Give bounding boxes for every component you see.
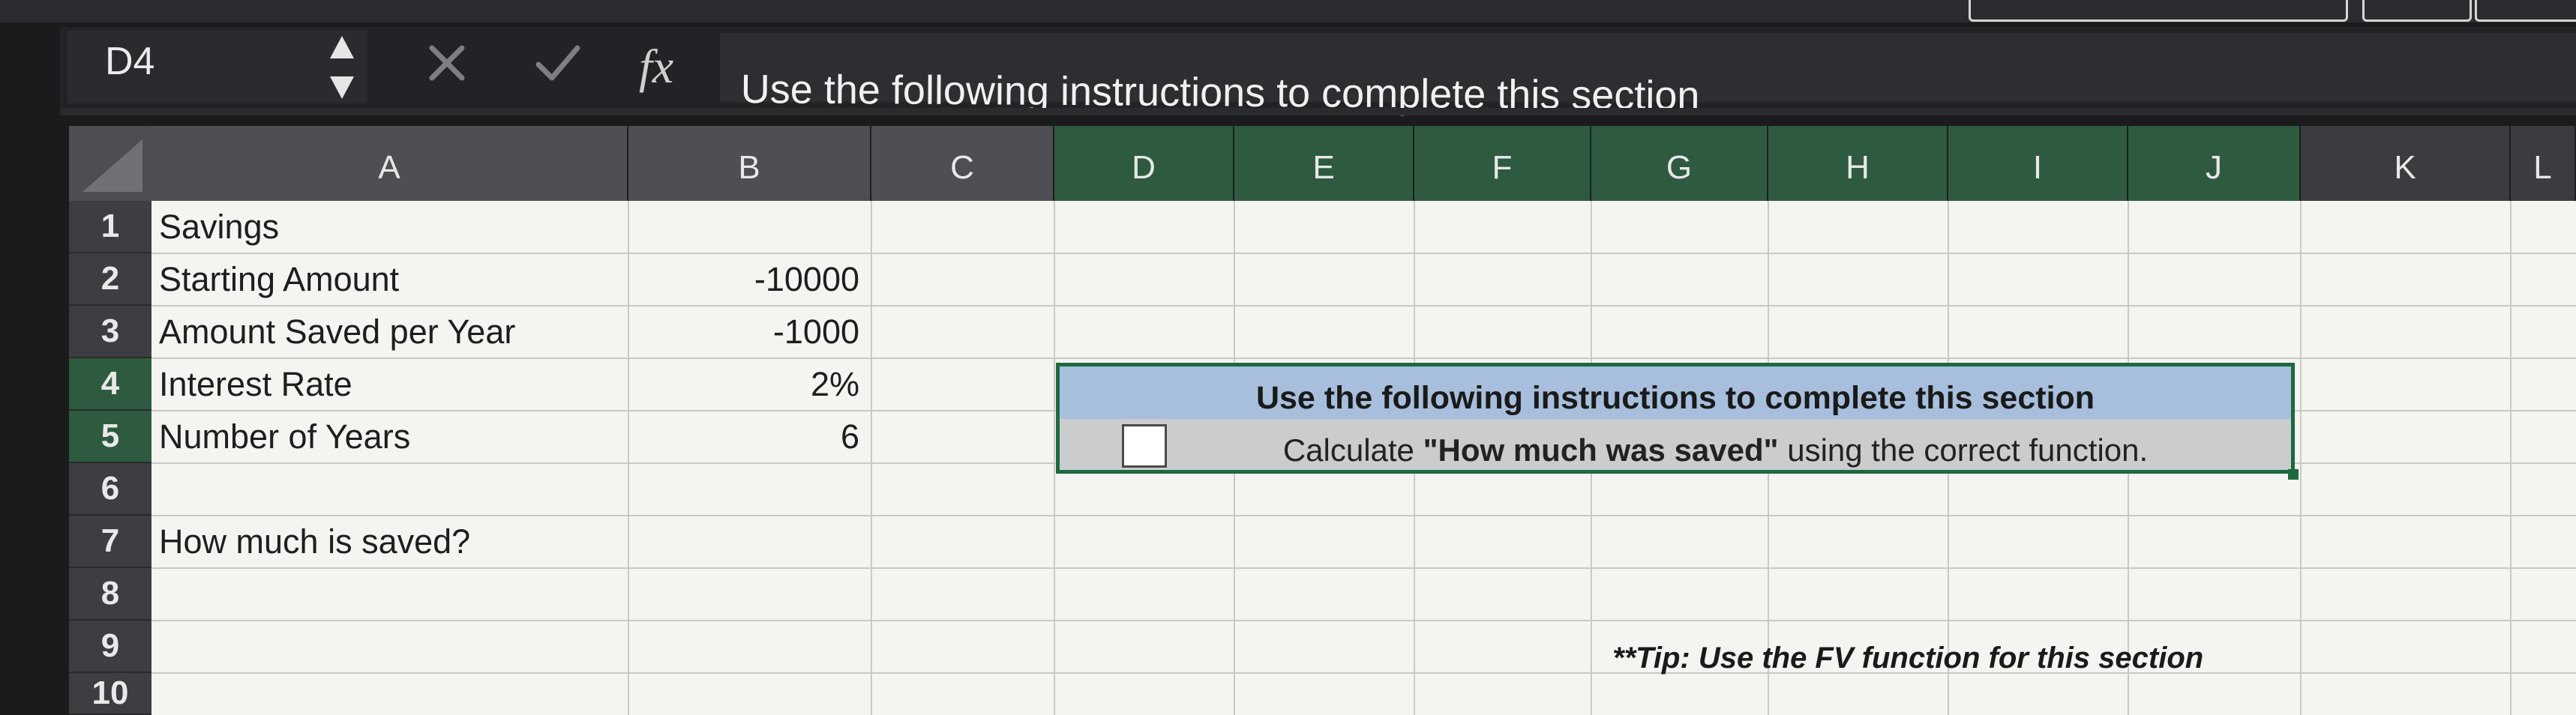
column-header-d[interactable]: D (1054, 126, 1234, 210)
column-header-b[interactable]: B (628, 126, 871, 210)
grid-top-strip (60, 108, 2576, 115)
name-box-value: D4 (105, 40, 155, 83)
column-header-c[interactable]: C (871, 126, 1054, 210)
column-header-f[interactable]: F (1414, 126, 1591, 210)
column-header-k[interactable]: K (2301, 126, 2511, 210)
row-header-5[interactable]: 5 (69, 411, 151, 463)
column-header-e[interactable]: E (1234, 126, 1414, 210)
row-header-4[interactable]: 4 (69, 358, 151, 411)
cell-a5[interactable]: Number of Years (159, 420, 410, 453)
row-header-3[interactable]: 3 (69, 306, 151, 358)
cell-a7[interactable]: How much is saved? (159, 525, 470, 558)
instruction-header: Use the following instructions to comple… (1255, 380, 2095, 416)
cell-b4[interactable]: 2% (631, 367, 859, 401)
cancel-icon[interactable] (426, 42, 468, 84)
column-headers: A B C D E F G H I J K L (151, 126, 2576, 210)
column-header-j[interactable]: J (2128, 126, 2301, 210)
enter-check-icon[interactable] (534, 42, 582, 84)
instruction-task: Calculate "How much was saved" using the… (1282, 432, 2149, 468)
select-all-triangle-icon (82, 139, 142, 192)
cell-b5[interactable]: 6 (631, 420, 859, 453)
row-header-6[interactable]: 6 (69, 463, 151, 516)
column-header-i[interactable]: I (1948, 126, 2128, 210)
insert-function-icon[interactable]: fx (639, 39, 673, 94)
row-header-7[interactable]: 7 (69, 516, 151, 568)
column-header-g[interactable]: G (1591, 126, 1768, 210)
percent-format-button[interactable] (2475, 0, 2576, 22)
cell-a3[interactable]: Amount Saved per Year (159, 315, 515, 349)
row-header-10[interactable]: 10 (69, 673, 151, 715)
column-header-h[interactable]: H (1768, 126, 1948, 210)
cell-b3[interactable]: -1000 (631, 315, 859, 349)
fill-handle[interactable] (2288, 469, 2299, 480)
name-box-stepper-icon[interactable] (327, 34, 357, 100)
cell-b2[interactable]: -10000 (631, 262, 859, 296)
currency-format-button[interactable] (2362, 0, 2472, 22)
cell-a2[interactable]: Starting Amount (159, 262, 399, 296)
row-header-9[interactable]: 9 (69, 621, 151, 673)
column-header-l[interactable]: L (2511, 126, 2576, 210)
row-header-2[interactable]: 2 (69, 253, 151, 306)
cell-a4[interactable]: Interest Rate (159, 367, 352, 401)
row-header-8[interactable]: 8 (69, 568, 151, 621)
merge-and-centre-button[interactable] (1969, 0, 2348, 22)
tip-note: **Tip: Use the FV function for this sect… (1612, 642, 2204, 675)
row-header-1[interactable]: 1 (69, 201, 151, 253)
column-header-a[interactable]: A (151, 126, 628, 210)
cell-a1[interactable]: Savings (159, 210, 279, 244)
